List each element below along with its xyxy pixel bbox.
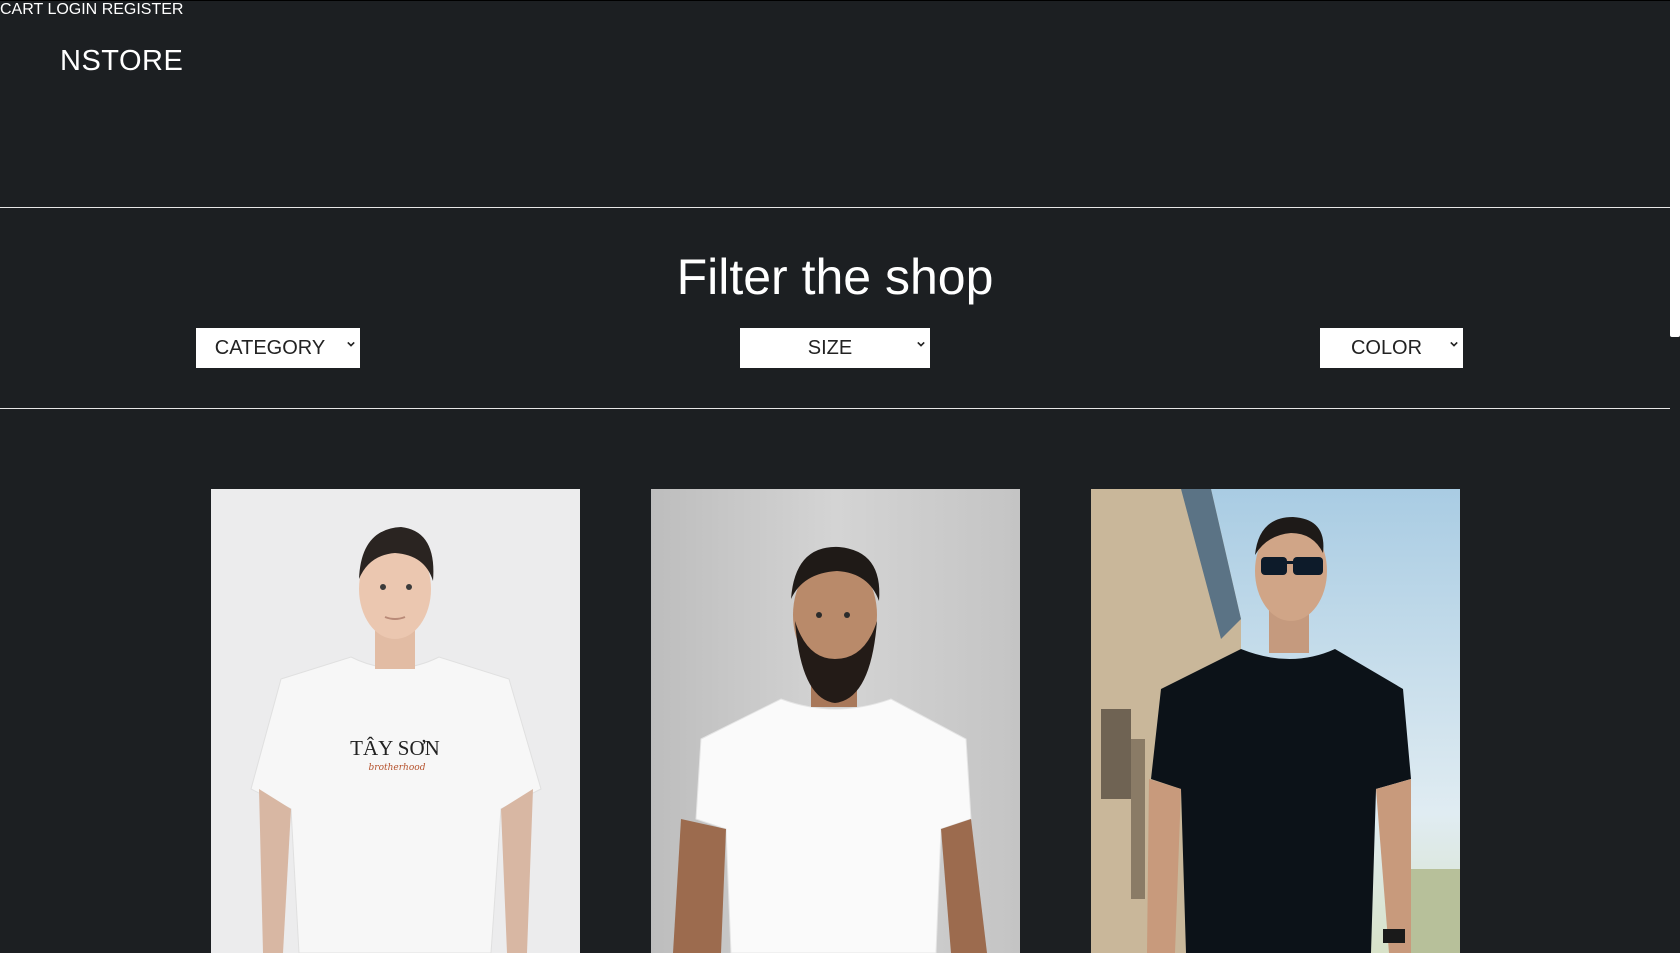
product-card[interactable]: TÂY SƠN brotherhood xyxy=(211,489,580,953)
shirt-print-text: TÂY SƠN xyxy=(350,736,440,760)
site-logo[interactable]: NSTORE xyxy=(60,45,183,78)
divider-bottom xyxy=(0,408,1670,409)
product-image xyxy=(1091,489,1460,953)
size-select[interactable]: SIZE xyxy=(740,328,930,368)
category-select[interactable]: CATEGORY xyxy=(196,328,360,368)
site-header: NSTORE CART LOGIN REGISTER xyxy=(0,1,1670,207)
scrollbar-thumb[interactable] xyxy=(1670,0,1680,337)
nav-cart-link[interactable]: CART xyxy=(0,1,43,18)
product-card[interactable] xyxy=(651,489,1020,953)
category-select-label: CATEGORY xyxy=(214,336,326,359)
chevron-down-icon xyxy=(1450,341,1458,347)
scrollbar-track[interactable] xyxy=(1670,0,1680,953)
shirt-print-subtext: brotherhood xyxy=(369,763,426,773)
color-select-label: COLOR xyxy=(1350,336,1423,359)
main-nav: CART LOGIN REGISTER xyxy=(0,1,1670,19)
divider-top xyxy=(0,207,1670,208)
nav-register-link[interactable]: REGISTER xyxy=(102,1,184,18)
color-select[interactable]: COLOR xyxy=(1320,328,1463,368)
chevron-down-icon xyxy=(917,341,925,347)
nav-login-link[interactable]: LOGIN xyxy=(47,1,97,18)
chevron-down-icon xyxy=(347,341,355,347)
size-select-label: SIZE xyxy=(807,336,853,359)
product-card[interactable] xyxy=(1091,489,1460,953)
product-image: TÂY SƠN brotherhood xyxy=(211,489,580,953)
product-image xyxy=(651,489,1020,953)
filter-title: Filter the shop xyxy=(676,249,994,305)
product-grid: TÂY SƠN brotherhood xyxy=(0,489,1670,953)
